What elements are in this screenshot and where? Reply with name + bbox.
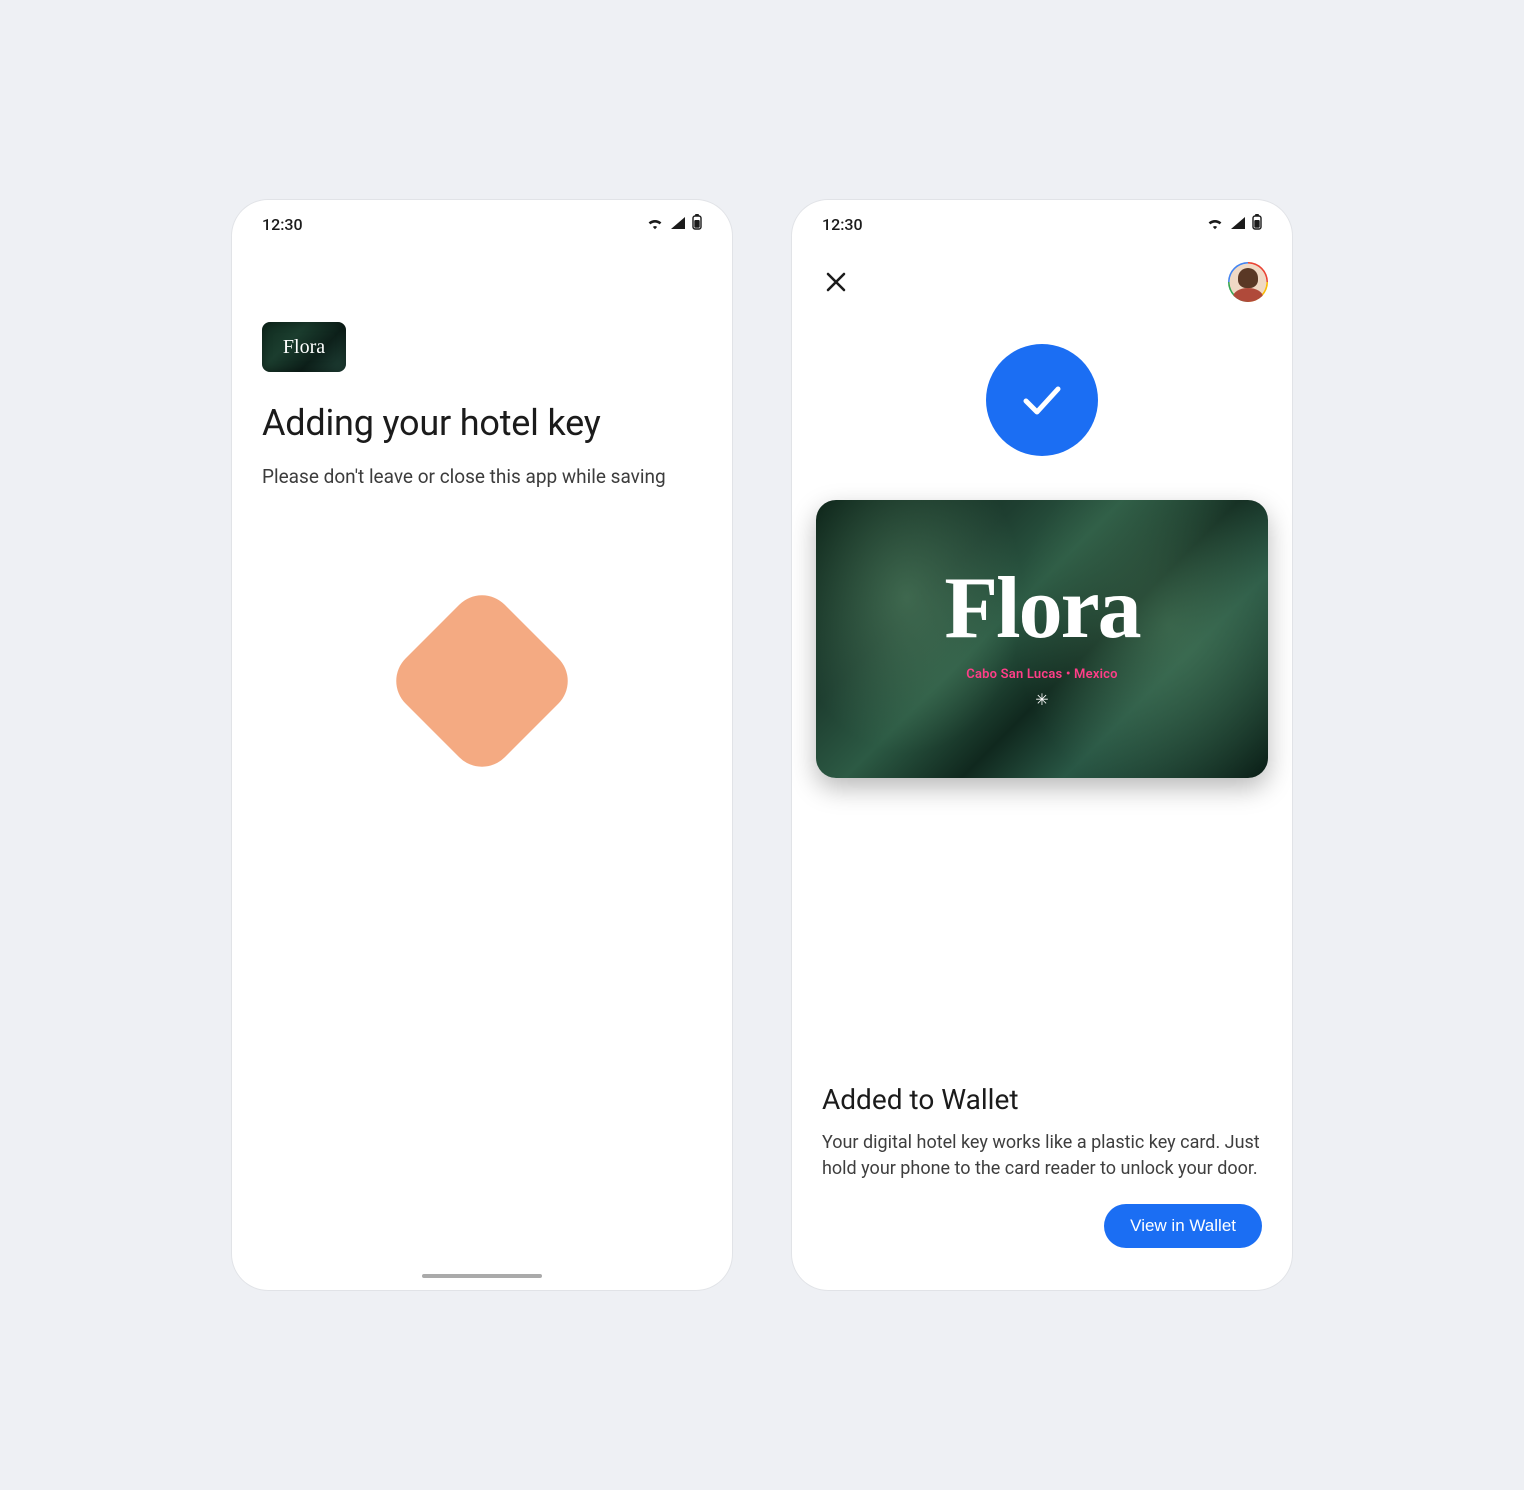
battery-icon <box>1252 214 1262 234</box>
page-title: Adding your hotel key <box>262 402 702 444</box>
hotel-star-icon: ✳ <box>1035 690 1048 709</box>
wifi-icon <box>646 215 664 234</box>
hotel-brand-logo: Flora <box>944 569 1139 648</box>
success-check-icon <box>986 344 1098 456</box>
avatar[interactable] <box>1228 262 1268 302</box>
status-icons-group <box>1206 214 1262 234</box>
loading-indicator-icon <box>383 582 581 780</box>
view-in-wallet-button[interactable]: View in Wallet <box>1104 1204 1262 1248</box>
status-bar: 12:30 <box>792 206 1292 242</box>
cellular-icon <box>670 215 686 234</box>
cellular-icon <box>1230 215 1246 234</box>
top-bar <box>792 262 1292 302</box>
phone-right: 12:30 Flora Cabo San Lucas • Mexico <box>792 200 1292 1290</box>
home-indicator[interactable] <box>422 1274 542 1278</box>
page-subtitle: Please don't leave or close this app whi… <box>262 464 702 491</box>
brand-chip: Flora <box>262 322 346 372</box>
status-bar: 12:30 <box>232 206 732 242</box>
battery-icon <box>692 214 702 234</box>
hotel-key-card[interactable]: Flora Cabo San Lucas • Mexico ✳ <box>816 500 1268 778</box>
status-time: 12:30 <box>262 215 303 234</box>
status-icons-group <box>646 214 702 234</box>
status-time: 12:30 <box>822 215 863 234</box>
close-icon[interactable] <box>816 262 856 302</box>
hotel-location: Cabo San Lucas • Mexico <box>966 667 1117 682</box>
added-section: Added to Wallet Your digital hotel key w… <box>822 1083 1262 1182</box>
wifi-icon <box>1206 215 1224 234</box>
loading-indicator-container <box>262 611 702 751</box>
phone-left: 12:30 Flora Adding your hotel key Please… <box>232 200 732 1290</box>
brand-chip-label: Flora <box>283 337 325 357</box>
added-title: Added to Wallet <box>822 1083 1262 1116</box>
added-description: Your digital hotel key works like a plas… <box>822 1130 1262 1182</box>
